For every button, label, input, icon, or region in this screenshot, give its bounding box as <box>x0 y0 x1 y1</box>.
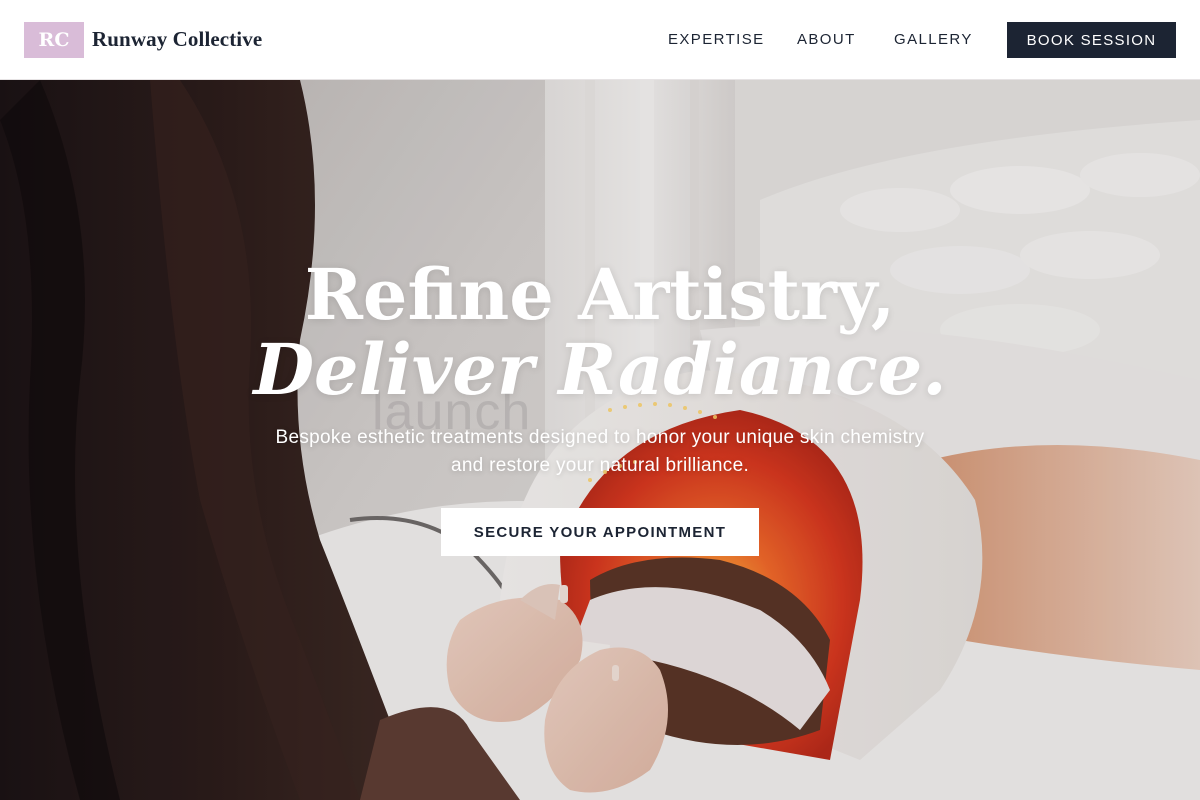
brand-name[interactable]: Runway Collective <box>92 27 262 52</box>
hero-headline-line1: Refine Artistry, <box>304 253 896 336</box>
hero-section: launch Refine Artistry, Deliver Radiance… <box>0 80 1200 800</box>
book-session-button[interactable]: BOOK SESSION <box>1007 22 1176 58</box>
nav-link-expertise[interactable]: EXPERTISE <box>668 31 765 48</box>
nav-link-gallery[interactable]: GALLERY <box>894 31 973 48</box>
site-header: RC Runway Collective EXPERTISE ABOUT GAL… <box>0 0 1200 80</box>
hero-subtitle: Bespoke esthetic treatments designed to … <box>275 427 925 476</box>
hero-headline-line2: Deliver Radiance. <box>253 328 947 411</box>
logo-mark[interactable]: RC <box>24 22 84 58</box>
nav-link-about[interactable]: ABOUT <box>797 31 856 48</box>
secure-appointment-button[interactable]: SECURE YOUR APPOINTMENT <box>441 508 759 556</box>
